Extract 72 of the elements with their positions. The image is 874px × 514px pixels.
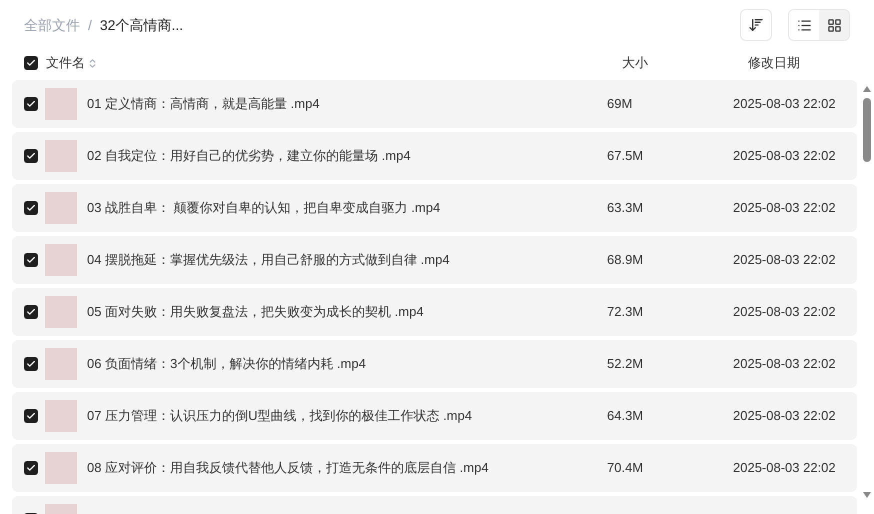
file-size: 69M bbox=[607, 95, 634, 114]
photo-placeholder bbox=[45, 452, 77, 484]
check-icon bbox=[26, 359, 36, 369]
file-row[interactable]: 02 自我定位：用好自己的优劣势，建立你的能量场 .mp4 67.5M 2025-08-03 22:02 bbox=[12, 132, 857, 180]
file-size: 68.9M bbox=[607, 251, 644, 270]
breadcrumb-current: 32个高情商... bbox=[100, 16, 184, 34]
photo-placeholder bbox=[45, 348, 77, 380]
breadcrumb-separator: / bbox=[88, 16, 92, 34]
file-row[interactable]: 08 应对评价：用自我反馈代替他人反馈，打造无条件的底层自信 .mp4 70.4M 2025-08-03 22:02 bbox=[12, 444, 857, 492]
list-icon bbox=[796, 18, 812, 32]
check-icon bbox=[26, 411, 36, 421]
column-header: 大小 bbox=[622, 54, 649, 72]
photo-placeholder bbox=[45, 88, 77, 120]
file-size: 72.3M bbox=[607, 303, 644, 322]
checkbox[interactable] bbox=[24, 201, 38, 215]
scroll-down-icon[interactable] bbox=[863, 492, 871, 498]
file-name: 02 自我定位：用好自己的优劣势，建立你的能量场 .mp4 bbox=[87, 147, 411, 166]
checkbox[interactable] bbox=[24, 149, 38, 163]
column-header: 修改日期 bbox=[748, 54, 801, 72]
modified-date: 2025-08-03 22:02 bbox=[733, 355, 837, 374]
check-icon bbox=[26, 203, 36, 213]
file-row[interactable]: 05 面对失败：用失败复盘法，把失败变为成长的契机 .mp4 72.3M 2025-08-03 22:02 bbox=[12, 288, 857, 336]
modified-date: 2025-08-03 22:02 bbox=[733, 95, 837, 114]
sort-arrows-icon[interactable] bbox=[87, 58, 98, 68]
column-header[interactable]: 文件名 bbox=[46, 53, 85, 73]
check-icon bbox=[26, 307, 36, 317]
checkbox[interactable] bbox=[24, 56, 38, 70]
checkbox[interactable] bbox=[24, 305, 38, 319]
photo-placeholder bbox=[45, 140, 77, 172]
check-icon bbox=[26, 58, 36, 68]
modified-date: 2025-08-03 22:02 bbox=[733, 459, 837, 478]
file-name: 06 负面情绪：3个机制，解决你的情绪内耗 .mp4 bbox=[87, 355, 366, 374]
photo-placeholder bbox=[45, 192, 77, 224]
list-view-button[interactable] bbox=[789, 10, 819, 40]
file-size: 64.3M bbox=[607, 407, 644, 426]
file-row[interactable]: 01 定义情商：高情商，就是高能量 .mp4 69M 2025-08-03 22:02 bbox=[12, 80, 857, 128]
checkbox[interactable] bbox=[24, 97, 38, 111]
check-icon bbox=[26, 151, 36, 161]
file-row[interactable]: 06 负面情绪：3个机制，解决你的情绪内耗 .mp4 52.2M 2025-08-03 22:02 bbox=[12, 340, 857, 388]
file-row[interactable]: 07 压力管理：认识压力的倒U型曲线，找到你的极佳工作状态 .mp4 64.3M 2025-08-03 22:02 bbox=[12, 392, 857, 440]
photo-placeholder bbox=[45, 400, 77, 432]
checkbox[interactable] bbox=[24, 357, 38, 371]
file-size: 70.4M bbox=[607, 459, 644, 478]
modified-date: 2025-08-03 22:02 bbox=[733, 303, 837, 322]
file-size: 67.5M bbox=[607, 147, 644, 166]
scrollbar-thumb[interactable] bbox=[863, 98, 871, 162]
check-icon bbox=[26, 99, 36, 109]
checkbox[interactable] bbox=[24, 253, 38, 267]
modified-date: 2025-08-03 22:02 bbox=[733, 251, 837, 270]
checkbox[interactable] bbox=[24, 461, 38, 475]
check-icon bbox=[26, 463, 36, 473]
checkbox[interactable] bbox=[24, 409, 38, 423]
check-icon bbox=[26, 255, 36, 265]
file-name: 03 战胜自卑： 颠覆你对自卑的认知，把自卑变成自驱力 .mp4 bbox=[87, 199, 440, 218]
file-size: 52.2M bbox=[607, 355, 644, 374]
file-name: 08 应对评价：用自我反馈代替他人反馈，打造无条件的底层自信 .mp4 bbox=[87, 459, 489, 478]
photo-placeholder bbox=[45, 244, 77, 276]
file-row[interactable]: 04 摆脱拖延：掌握优先级法，用自己舒服的方式做到自律 .mp4 68.9M 2025-08-03 22:02 bbox=[12, 236, 857, 284]
file-name: 04 摆脱拖延：掌握优先级法，用自己舒服的方式做到自律 .mp4 bbox=[87, 251, 450, 270]
modified-date: 2025-08-03 22:02 bbox=[733, 147, 837, 166]
photo-placeholder bbox=[45, 296, 77, 328]
scroll-up-icon[interactable] bbox=[863, 86, 871, 92]
file-name: 07 压力管理：认识压力的倒U型曲线，找到你的极佳工作状态 .mp4 bbox=[87, 407, 472, 426]
file-name: 01 定义情商：高情商，就是高能量 .mp4 bbox=[87, 95, 320, 114]
file-size: 63.3M bbox=[607, 199, 644, 218]
grid-icon bbox=[826, 18, 842, 32]
sort-button[interactable] bbox=[740, 9, 772, 41]
modified-date: 2025-08-03 22:02 bbox=[733, 407, 837, 426]
sort-icon bbox=[748, 17, 764, 33]
modified-date: 2025-08-03 22:02 bbox=[733, 199, 837, 218]
file-name: 05 面对失败：用失败复盘法，把失败变为成长的契机 .mp4 bbox=[87, 303, 424, 322]
file-row[interactable]: 03 战胜自卑： 颠覆你对自卑的认知，把自卑变成自驱力 .mp4 63.3M 2025-08-03 22:02 bbox=[12, 184, 857, 232]
